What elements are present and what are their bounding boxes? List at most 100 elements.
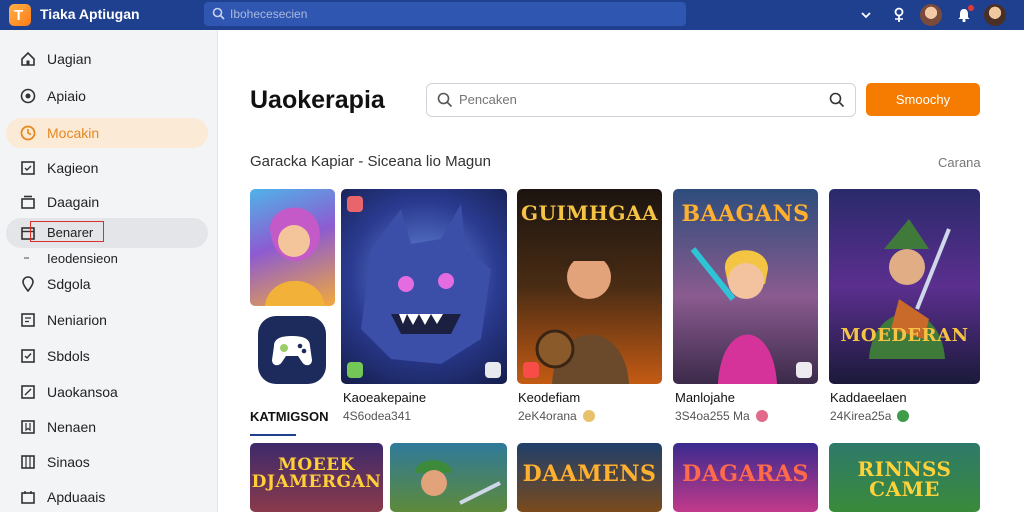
game-cover-manlojahe[interactable]: BAAGANS <box>673 189 818 384</box>
sidebar-item-label: Sdgola <box>47 276 91 292</box>
sidebar: Uagian Apiaio Mocakin Kagieon Daagain Be… <box>0 30 218 512</box>
cover-title: GUIMHGAA <box>520 201 659 225</box>
location-icon <box>22 276 34 292</box>
search-submit-icon[interactable] <box>829 92 845 108</box>
game-title[interactable]: Keodefiam <box>518 390 580 405</box>
clock-icon <box>20 125 36 141</box>
chevron-down-icon[interactable] <box>855 4 877 26</box>
search-icon <box>437 92 453 108</box>
gamepad-icon <box>258 316 326 384</box>
coin-icon <box>582 410 595 422</box>
pin-icon[interactable] <box>888 4 910 26</box>
game-cover-bottom-1[interactable]: MOEEK DJAMERGAN <box>250 443 383 512</box>
profile-avatar-icon[interactable] <box>984 4 1006 26</box>
sidebar-item-sinaos[interactable]: Sinaos <box>6 447 208 477</box>
game-controller-app-icon[interactable] <box>250 312 335 390</box>
grid-icon <box>21 455 35 469</box>
page-title: Uaokerapia <box>250 86 385 114</box>
sidebar-item-apduaais[interactable]: Apduaais <box>6 482 208 512</box>
app-title: Tiaka Aptiugan <box>40 6 140 22</box>
category-underline <box>250 434 296 436</box>
game-meta: 2eK4orana <box>518 409 595 423</box>
sidebar-item-label: Benarer <box>47 225 94 240</box>
game-meta-text: 4S6odea341 <box>343 409 412 423</box>
hero-art-icon <box>415 460 501 505</box>
game-meta-text: 3S4oa255 Ma <box>675 409 750 423</box>
game-cover-kaddaeelaen[interactable]: MOEDERAN <box>829 189 980 384</box>
sidebar-item-label: Nenaen <box>47 419 97 435</box>
check-box-icon <box>21 349 35 363</box>
sidebar-item-label: Uaokansoa <box>47 384 118 400</box>
platform-badge-icon <box>347 362 363 378</box>
sidebar-item-label: Mocakin <box>47 125 100 141</box>
edit-icon <box>21 385 35 399</box>
sidebar-item-daagain[interactable]: Daagain <box>6 187 208 217</box>
bookmark-icon <box>21 420 35 434</box>
monster-art-icon <box>361 204 491 364</box>
cover-title: MOEEK DJAMERGAN <box>251 455 382 492</box>
user-avatar-icon[interactable] <box>920 4 942 26</box>
sidebar-item-label: Sinaos <box>47 454 90 470</box>
game-meta-text: 2eK4orana <box>518 409 577 423</box>
platform-badge-icon <box>523 362 539 378</box>
sidebar-item-apiaio[interactable]: Apiaio <box>6 81 208 111</box>
box-icon <box>21 161 35 175</box>
sidebar-item-label: Neniarion <box>47 312 107 328</box>
game-cover-bottom-5[interactable]: RINNSS CAME <box>829 443 980 512</box>
sidebar-item-uagian[interactable]: Uagian <box>6 44 208 74</box>
sidebar-item-label: Ieodensieon <box>47 251 118 266</box>
gem-icon <box>755 410 768 422</box>
notification-icon[interactable] <box>953 4 975 26</box>
game-title[interactable]: Manlojahe <box>675 390 735 405</box>
cover-title: RINNSS CAME <box>857 457 952 501</box>
game-cover-kaoeakepaine[interactable] <box>341 189 507 384</box>
cover-title: DAAMENS <box>522 461 657 487</box>
global-search-bar[interactable] <box>204 2 686 26</box>
clover-icon <box>897 410 910 422</box>
sidebar-item-label: Kagieon <box>47 160 99 176</box>
logo-letter: T <box>14 7 24 24</box>
sidebar-item-uaokansoa[interactable]: Uaokansoa <box>6 377 208 407</box>
notification-dot <box>968 5 974 11</box>
platform-badge-icon <box>485 362 501 378</box>
cover-title: DAGARAS <box>682 461 809 487</box>
category-label: KATMIGSON <box>250 409 329 424</box>
sidebar-item-sdgola[interactable]: Sdgola <box>6 269 208 299</box>
sidebar-item-sbdols[interactable]: Sbdols <box>6 341 208 371</box>
store-search-bar[interactable] <box>426 83 856 117</box>
search-icon <box>212 7 225 20</box>
sidebar-item-kagieon[interactable]: Kagieon <box>6 153 208 183</box>
game-meta-text: 24Kirea25a <box>830 409 892 423</box>
hero-portrait-icon <box>265 207 325 306</box>
global-search-input[interactable] <box>230 5 670 23</box>
game-cover-bottom-4[interactable]: DAGARAS <box>673 443 818 512</box>
compass-icon <box>20 88 36 104</box>
sidebar-item-label: Apiaio <box>47 88 86 104</box>
sidebar-item-nenaen[interactable]: Nenaen <box>6 412 208 442</box>
home-icon <box>21 51 35 66</box>
dot-icon <box>24 257 29 259</box>
warrior-art-icon <box>869 219 951 359</box>
game-thumbnail-anime-hero[interactable] <box>250 189 335 306</box>
game-title[interactable]: Kaddaeelaen <box>830 390 907 405</box>
game-cover-bottom-3[interactable]: DAAMENS <box>517 443 662 512</box>
platform-badge-icon <box>796 362 812 378</box>
game-title[interactable]: Kaoeakepaine <box>343 390 426 405</box>
sidebar-item-label: Sbdols <box>47 348 90 364</box>
game-cover-keodefiam[interactable]: GUIMHGAA <box>517 189 662 384</box>
sidebar-item-label: Apduaais <box>47 489 106 505</box>
search-button[interactable]: Smoochy <box>866 83 980 116</box>
apps-icon <box>21 491 35 504</box>
library-icon <box>21 195 35 209</box>
game-meta: 4S6odea341 <box>343 409 411 423</box>
sidebar-item-neniarion[interactable]: Neniarion <box>6 305 208 335</box>
app-logo[interactable]: T <box>9 4 31 26</box>
top-bar: T Tiaka Aptiugan <box>0 0 1024 30</box>
store-search-input[interactable] <box>459 92 819 107</box>
game-cover-bottom-2[interactable] <box>390 443 507 512</box>
cover-title: MOEDERAN <box>840 325 969 346</box>
platform-badge-icon <box>347 196 363 212</box>
sidebar-item-mocakin[interactable]: Mocakin <box>6 118 208 148</box>
section-title: Garacka Kapiar - Siceana lio Magun <box>250 153 491 170</box>
see-all-link[interactable]: Carana <box>938 155 981 170</box>
